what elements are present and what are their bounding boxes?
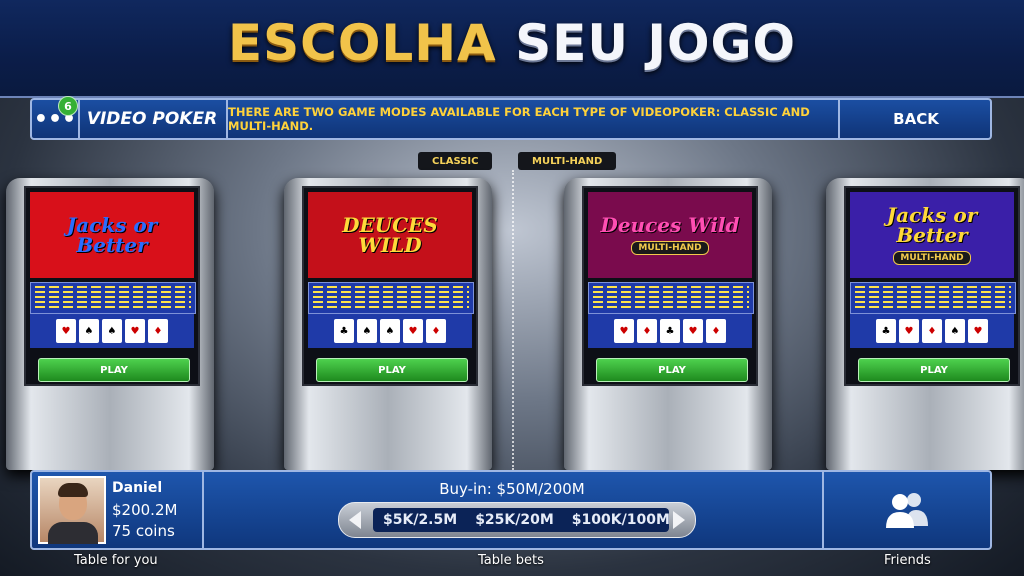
card: ♥	[968, 319, 988, 343]
mode-divider	[512, 170, 514, 470]
card: ♦	[922, 319, 942, 343]
card: ♥	[125, 319, 145, 343]
title-part-1: ESCOLHA	[227, 14, 497, 72]
divider	[822, 472, 824, 548]
table-bets-label[interactable]: Table bets	[478, 553, 544, 568]
machine-logo-screen: Jacks or Better MULTI-HAND	[850, 192, 1014, 278]
card: ♥	[56, 319, 76, 343]
machine-cabinet: DEUCES WILD ♣ ♠ ♠ ♥ ♦ PLAY	[302, 186, 478, 386]
machine-jacks-or-better-multihand[interactable]: Jacks or Better MULTI-HAND ♣ ♥ ♦ ♠ ♥ PLAY	[826, 178, 1024, 496]
section-title: VIDEO POKER	[78, 100, 228, 138]
card: ♦	[637, 319, 657, 343]
friends-icon[interactable]	[882, 490, 932, 530]
play-button[interactable]: PLAY	[596, 358, 748, 382]
card: ♠	[357, 319, 377, 343]
buyin-text: Buy-in: $50M/200M	[439, 480, 585, 498]
card: ♣	[876, 319, 896, 343]
menu-button[interactable]: ••• 6	[32, 96, 80, 138]
play-button[interactable]: PLAY	[316, 358, 468, 382]
machine-logo-screen: Jacks or Better	[30, 192, 194, 278]
machine-cabinet: Jacks or Better MULTI-HAND ♣ ♥ ♦ ♠ ♥ PLAY	[844, 186, 1020, 386]
friends-label[interactable]: Friends	[884, 553, 931, 568]
table-for-you-label[interactable]: Table for you	[74, 553, 158, 568]
machine-deuces-wild-multihand[interactable]: Deuces Wild MULTI-HAND ♥ ♦ ♣ ♥ ♦ PLAY	[564, 178, 772, 496]
machine-title: Jacks or Better	[886, 203, 978, 247]
card: ♠	[945, 319, 965, 343]
machine-title: DEUCES WILD	[342, 213, 438, 257]
notification-badge: 6	[58, 96, 78, 116]
paytable	[308, 282, 474, 314]
card: ♠	[102, 319, 122, 343]
card: ♥	[899, 319, 919, 343]
machine-cabinet: Deuces Wild MULTI-HAND ♥ ♦ ♣ ♥ ♦ PLAY	[582, 186, 758, 386]
card-row: ♥ ♦ ♣ ♥ ♦	[588, 314, 752, 348]
bet-options: $5K/2.5M $25K/20M $100K/100M	[373, 508, 669, 532]
player-money: $200.2M	[112, 501, 178, 519]
machine-subtitle: MULTI-HAND	[631, 241, 709, 255]
card-row: ♥ ♠ ♠ ♥ ♦	[30, 314, 194, 348]
arrow-right-icon[interactable]	[673, 511, 685, 529]
machine-title: Deuces Wild	[600, 213, 740, 237]
card: ♥	[403, 319, 423, 343]
machine-cabinet: Jacks or Better ♥ ♠ ♠ ♥ ♦ PLAY	[24, 186, 200, 386]
card: ♦	[148, 319, 168, 343]
card: ♦	[426, 319, 446, 343]
multihand-mode-label: MULTI-HAND	[518, 152, 617, 170]
play-button[interactable]: PLAY	[858, 358, 1010, 382]
card: ♥	[614, 319, 634, 343]
bet-option[interactable]: $25K/20M	[475, 512, 554, 528]
card: ♣	[334, 319, 354, 343]
paytable	[850, 282, 1016, 314]
bottom-bar: Daniel $200.2M 75 coins Buy-in: $50M/200…	[30, 470, 992, 550]
paytable	[588, 282, 754, 314]
bet-option[interactable]: $5K/2.5M	[383, 512, 457, 528]
title-part-2: SEU JOGO	[515, 14, 797, 72]
machine-deuces-wild[interactable]: DEUCES WILD ♣ ♠ ♠ ♥ ♦ PLAY	[284, 178, 492, 496]
machine-logo-screen: DEUCES WILD	[308, 192, 472, 278]
arrow-left-icon[interactable]	[349, 511, 361, 529]
machine-jacks-or-better[interactable]: Jacks or Better ♥ ♠ ♠ ♥ ♦ PLAY	[6, 178, 214, 496]
card-row: ♣ ♥ ♦ ♠ ♥	[850, 314, 1014, 348]
card: ♦	[706, 319, 726, 343]
card: ♠	[380, 319, 400, 343]
card: ♥	[683, 319, 703, 343]
classic-mode-label: CLASSIC	[418, 152, 493, 170]
paytable	[30, 282, 196, 314]
bet-selector: $5K/2.5M $25K/20M $100K/100M	[338, 502, 696, 538]
play-button[interactable]: PLAY	[38, 358, 190, 382]
player-name: Daniel	[112, 480, 163, 496]
page-title: ESCOLHA SEU JOGO	[0, 14, 1024, 72]
info-text: THERE ARE TWO GAME MODES AVAILABLE FOR E…	[228, 105, 810, 133]
player-coins: 75 coins	[112, 522, 175, 540]
top-bar: ••• 6 VIDEO POKER THERE ARE TWO GAME MOD…	[30, 96, 992, 140]
back-button[interactable]: BACK	[838, 100, 992, 138]
card: ♣	[660, 319, 680, 343]
card-row: ♣ ♠ ♠ ♥ ♦	[308, 314, 472, 348]
avatar[interactable]	[38, 476, 106, 544]
machine-title: Jacks or Better	[66, 213, 158, 257]
machine-logo-screen: Deuces Wild MULTI-HAND	[588, 192, 752, 278]
card: ♠	[79, 319, 99, 343]
title-banner: ESCOLHA SEU JOGO	[0, 0, 1024, 98]
bet-option[interactable]: $100K/100M	[572, 512, 669, 528]
machine-subtitle: MULTI-HAND	[893, 251, 971, 265]
